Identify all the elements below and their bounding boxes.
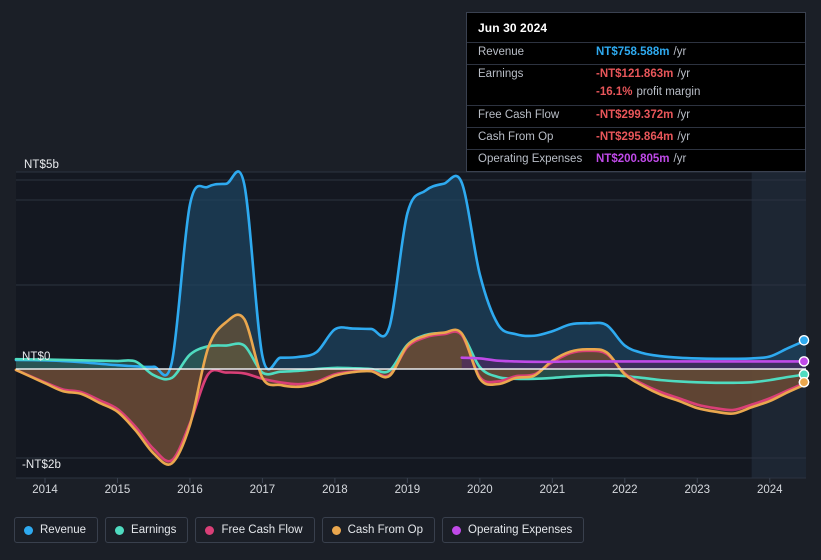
legend-color-dot-icon	[24, 525, 33, 535]
tooltip-row-value: NT$758.588m/yr	[596, 46, 687, 58]
tooltip-row-unit: /yr	[677, 131, 691, 143]
tooltip-row: Free Cash Flow -NT$299.372m/yr	[467, 105, 805, 127]
x-axis-tick-2014: 2014	[32, 484, 58, 496]
tooltip-row-value: -NT$295.864m/yr	[596, 131, 691, 143]
legend-color-dot-icon	[205, 525, 215, 535]
x-axis-tick-2022: 2022	[612, 484, 638, 496]
tooltip-row: Cash From Op -NT$295.864m/yr	[467, 127, 805, 149]
x-axis-tick-2020: 2020	[467, 484, 493, 496]
x-axis-tick-2021: 2021	[539, 484, 566, 496]
legend-item-label: Revenue	[40, 524, 87, 536]
legend-color-dot-icon	[452, 525, 462, 535]
legend-item-label: Free Cash Flow	[221, 524, 303, 536]
legend-item-label: Cash From Op	[347, 524, 424, 536]
tooltip-row-value: NT$200.805m/yr	[596, 153, 687, 165]
tooltip-row-value: -16.1% profit margin	[596, 86, 701, 98]
y-axis-label-top: NT$5b	[24, 159, 60, 171]
y-axis-label-bottom: -NT$2b	[22, 459, 61, 471]
x-axis-tick-2015: 2015	[104, 484, 131, 496]
endpoint-marker	[798, 356, 810, 367]
legend-item-label: Operating Expenses	[468, 524, 573, 536]
tooltip-row-unit: /yr	[677, 68, 691, 80]
legend-item-cash-from-op[interactable]: Cash From Op	[321, 517, 436, 543]
y-axis-label-zero: NT$0	[22, 351, 51, 363]
tooltip-row-unit: /yr	[677, 109, 691, 121]
legend-item-earnings[interactable]: Earnings	[105, 517, 189, 543]
chart-page: NT$5b NT$0 -NT$2b 2014 2015 2016 2017 2018 20…	[0, 0, 821, 560]
x-axis-tick-2024: 2024	[756, 484, 783, 496]
tooltip-date: Jun 30 2024	[478, 21, 548, 35]
tooltip-row: Earnings -NT$121.863m/yr	[467, 64, 805, 86]
x-axis: 2014 2015 2016 2017 2018 2019 2020 2021 2022 2023…	[16, 484, 806, 504]
legend-item-free-cash-flow[interactable]: Free Cash Flow	[195, 517, 315, 543]
tooltip-row-label: Free Cash Flow	[478, 109, 560, 121]
legend-item-label: Earnings	[131, 524, 177, 536]
tooltip-row-label: Revenue	[478, 46, 525, 58]
x-axis-tick-2017: 2017	[249, 484, 276, 496]
tooltip-row-unit: profit margin	[636, 86, 701, 98]
tooltip-row-label: Earnings	[478, 68, 524, 80]
tooltip-row: Operating Expenses NT$200.805m/yr	[467, 149, 805, 171]
legend-color-dot-icon	[331, 525, 341, 535]
endpoint-marker	[798, 335, 810, 346]
x-axis-tick-2023: 2023	[684, 484, 711, 496]
tooltip-row-label: Operating Expenses	[478, 153, 583, 165]
legend-item-operating-expenses[interactable]: Operating Expenses	[442, 517, 585, 543]
data-tooltip: Jun 30 2024 Revenue NT$758.588m/yr Earning…	[466, 12, 806, 172]
chart-legend: Revenue Earnings Free Cash Flow Cash From O…	[14, 517, 585, 543]
tooltip-row-unit: /yr	[673, 153, 687, 165]
legend-item-revenue[interactable]: Revenue	[14, 517, 99, 543]
tooltip-row: Revenue NT$758.588m/yr	[467, 42, 805, 64]
tooltip-row: -16.1% profit margin	[467, 86, 805, 105]
x-axis-tick-2019: 2019	[394, 484, 421, 496]
x-axis-tick-2016: 2016	[177, 484, 203, 496]
tooltip-rows: Revenue NT$758.588m/yr Earnings -NT$121.863…	[467, 42, 805, 171]
endpoint-marker	[798, 376, 810, 388]
legend-color-dot-icon	[115, 525, 125, 535]
tooltip-row-value: -NT$299.372m/yr	[596, 109, 691, 121]
tooltip-row-value: -NT$121.863m/yr	[596, 68, 691, 80]
x-axis-tick-2018: 2018	[322, 484, 348, 496]
tooltip-row-unit: /yr	[673, 46, 687, 58]
tooltip-row-label: Cash From Op	[478, 131, 554, 143]
